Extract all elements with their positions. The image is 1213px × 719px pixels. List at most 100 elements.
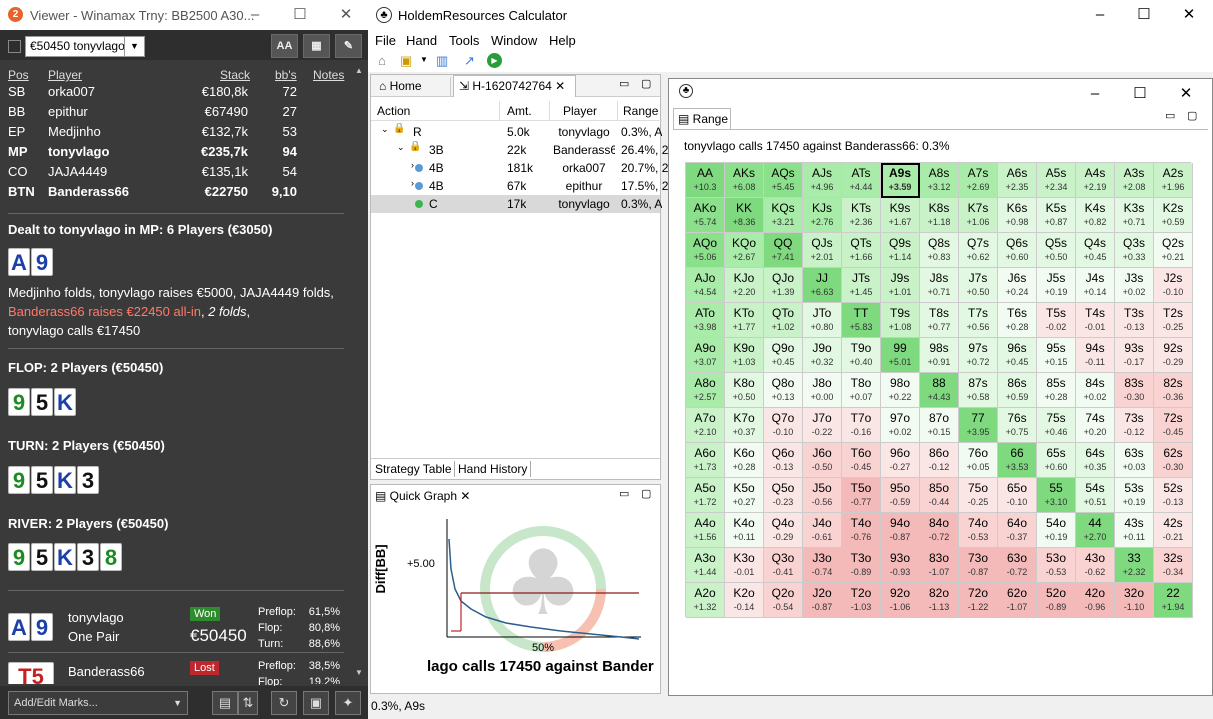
range-cell[interactable]: T5s -0.02 bbox=[1037, 303, 1076, 338]
range-cell[interactable]: T2o -1.03 bbox=[842, 583, 881, 618]
close-icon[interactable]: ✕ bbox=[1179, 5, 1199, 25]
player-row[interactable]: BTN Banderass66 €22750 9,10 bbox=[0, 184, 350, 204]
range-cell[interactable]: J9s +1.01 bbox=[881, 268, 920, 303]
range-cell[interactable]: 95o -0.59 bbox=[881, 478, 920, 513]
range-cell[interactable]: K8s +1.18 bbox=[920, 198, 959, 233]
range-cell[interactable]: T3s -0.13 bbox=[1115, 303, 1154, 338]
maximize-icon[interactable]: ▢ bbox=[641, 77, 651, 90]
menu-hand[interactable]: Hand bbox=[406, 33, 437, 48]
range-cell[interactable]: 73o -0.87 bbox=[959, 548, 998, 583]
range-cell[interactable]: K4o +0.11 bbox=[725, 513, 764, 548]
range-cell[interactable]: Q9o +0.45 bbox=[764, 338, 803, 373]
tab-home[interactable]: ⌂ Home bbox=[373, 77, 451, 97]
range-cell[interactable]: 43o -0.62 bbox=[1076, 548, 1115, 583]
range-cell[interactable]: T5o -0.77 bbox=[842, 478, 881, 513]
range-cell[interactable]: 92o -1.06 bbox=[881, 583, 920, 618]
range-cell[interactable]: A6o +1.73 bbox=[686, 443, 725, 478]
menu-help[interactable]: Help bbox=[549, 33, 576, 48]
close-icon[interactable]: ✕ bbox=[552, 79, 565, 93]
player-row[interactable]: BB epithur €67490 27 bbox=[0, 104, 350, 124]
minimize-icon[interactable]: ▭ bbox=[619, 487, 629, 500]
range-cell[interactable]: QJs +2.01 bbox=[803, 233, 842, 268]
range-cell[interactable]: J2s -0.10 bbox=[1154, 268, 1193, 303]
range-cell[interactable]: J4s +0.14 bbox=[1076, 268, 1115, 303]
range-cell[interactable]: T3o -0.89 bbox=[842, 548, 881, 583]
range-cell[interactable]: TT +5.83 bbox=[842, 303, 881, 338]
range-cell[interactable]: 62o -1.07 bbox=[998, 583, 1037, 618]
range-cell[interactable]: K2o -0.14 bbox=[725, 583, 764, 618]
range-cell[interactable]: 98o +0.22 bbox=[881, 373, 920, 408]
range-cell[interactable]: 99 +5.01 bbox=[881, 338, 920, 373]
range-cell[interactable]: 63s +0.03 bbox=[1115, 443, 1154, 478]
range-cell[interactable]: Q3s +0.33 bbox=[1115, 233, 1154, 268]
clipboard-icon[interactable]: ▤ bbox=[212, 691, 238, 715]
tree-row[interactable]: ⌄ 🔒 3B 22k Banderass66 26.4%, 2 bbox=[371, 141, 668, 159]
range-cell[interactable]: K5o +0.27 bbox=[725, 478, 764, 513]
range-cell[interactable]: 82s -0.36 bbox=[1154, 373, 1193, 408]
range-cell[interactable]: KTs +2.36 bbox=[842, 198, 881, 233]
range-cell[interactable]: A9s +3.59 bbox=[881, 163, 920, 198]
range-cell[interactable]: 33 +2.32 bbox=[1115, 548, 1154, 583]
range-cell[interactable]: 76o +0.05 bbox=[959, 443, 998, 478]
range-cell[interactable]: 96o -0.27 bbox=[881, 443, 920, 478]
range-cell[interactable]: JJ +6.63 bbox=[803, 268, 842, 303]
range-cell[interactable]: A3o +1.44 bbox=[686, 548, 725, 583]
range-cell[interactable]: 43s +0.11 bbox=[1115, 513, 1154, 548]
range-cell[interactable]: A5o +1.72 bbox=[686, 478, 725, 513]
range-cell[interactable]: 82o -1.13 bbox=[920, 583, 959, 618]
range-cell[interactable]: AJo +4.54 bbox=[686, 268, 725, 303]
range-cell[interactable]: 42o -0.96 bbox=[1076, 583, 1115, 618]
range-cell[interactable]: 94s -0.11 bbox=[1076, 338, 1115, 373]
range-cell[interactable]: T7s +0.56 bbox=[959, 303, 998, 338]
col-notes[interactable]: Notes bbox=[313, 68, 344, 82]
range-cell[interactable]: K3s +0.71 bbox=[1115, 198, 1154, 233]
range-cell[interactable]: KJo +2.20 bbox=[725, 268, 764, 303]
home-icon[interactable]: ⌂ bbox=[378, 53, 386, 68]
range-cell[interactable]: A4s +2.19 bbox=[1076, 163, 1115, 198]
range-cell[interactable]: K5s +0.87 bbox=[1037, 198, 1076, 233]
range-cell[interactable]: K8o +0.50 bbox=[725, 373, 764, 408]
chevron-down-icon[interactable]: ⌄ bbox=[397, 142, 405, 153]
range-cell[interactable]: AQo +5.06 bbox=[686, 233, 725, 268]
range-cell[interactable]: Q5s +0.50 bbox=[1037, 233, 1076, 268]
range-cell[interactable]: J6s +0.24 bbox=[998, 268, 1037, 303]
export-icon[interactable]: ↗ bbox=[464, 53, 475, 69]
close-icon[interactable]: ✕ bbox=[336, 5, 356, 25]
minimize-icon[interactable]: – bbox=[245, 5, 265, 25]
range-cell[interactable]: Q7o -0.10 bbox=[764, 408, 803, 443]
range-cell[interactable]: 52s -0.13 bbox=[1154, 478, 1193, 513]
range-cell[interactable]: 75s +0.46 bbox=[1037, 408, 1076, 443]
range-cell[interactable]: T6s +0.28 bbox=[998, 303, 1037, 338]
updown-icon[interactable]: ⇅ bbox=[238, 691, 258, 715]
range-cell[interactable]: J9o +0.32 bbox=[803, 338, 842, 373]
range-cell[interactable]: Q3o -0.41 bbox=[764, 548, 803, 583]
range-cell[interactable]: Q2o -0.54 bbox=[764, 583, 803, 618]
minimize-icon[interactable]: ▭ bbox=[1165, 109, 1175, 122]
range-cell[interactable]: J3s +0.02 bbox=[1115, 268, 1154, 303]
range-cell[interactable]: 86o -0.12 bbox=[920, 443, 959, 478]
range-cell[interactable]: 84s +0.02 bbox=[1076, 373, 1115, 408]
chevron-down-icon[interactable]: ▼ bbox=[420, 55, 428, 64]
range-cell[interactable]: Q5o -0.23 bbox=[764, 478, 803, 513]
range-cell[interactable]: QTs +1.66 bbox=[842, 233, 881, 268]
col-player[interactable]: Player bbox=[48, 68, 82, 82]
range-cell[interactable]: Q8o +0.13 bbox=[764, 373, 803, 408]
range-cell[interactable]: 65s +0.60 bbox=[1037, 443, 1076, 478]
range-cell[interactable]: KQo +2.67 bbox=[725, 233, 764, 268]
range-cell[interactable]: 84o -0.72 bbox=[920, 513, 959, 548]
range-cell[interactable]: 54o +0.19 bbox=[1037, 513, 1076, 548]
range-cell[interactable]: 64o -0.37 bbox=[998, 513, 1037, 548]
player-row[interactable]: MP tonyvlago €235,7k 94 bbox=[0, 144, 350, 164]
range-cell[interactable]: 92s -0.29 bbox=[1154, 338, 1193, 373]
maximize-icon[interactable]: ▢ bbox=[1187, 109, 1197, 122]
range-cell[interactable]: AA +10.3 bbox=[686, 163, 725, 198]
maximize-icon[interactable]: ▢ bbox=[641, 487, 651, 500]
range-cell[interactable]: 87o +0.15 bbox=[920, 408, 959, 443]
menu-file[interactable]: File bbox=[375, 33, 396, 48]
range-cell[interactable]: 72o -1.22 bbox=[959, 583, 998, 618]
range-cell[interactable]: Q6o -0.13 bbox=[764, 443, 803, 478]
range-cell[interactable]: 87s +0.58 bbox=[959, 373, 998, 408]
range-cell[interactable]: J2o -0.87 bbox=[803, 583, 842, 618]
range-cell[interactable]: 42s -0.21 bbox=[1154, 513, 1193, 548]
range-cell[interactable]: 96s +0.45 bbox=[998, 338, 1037, 373]
